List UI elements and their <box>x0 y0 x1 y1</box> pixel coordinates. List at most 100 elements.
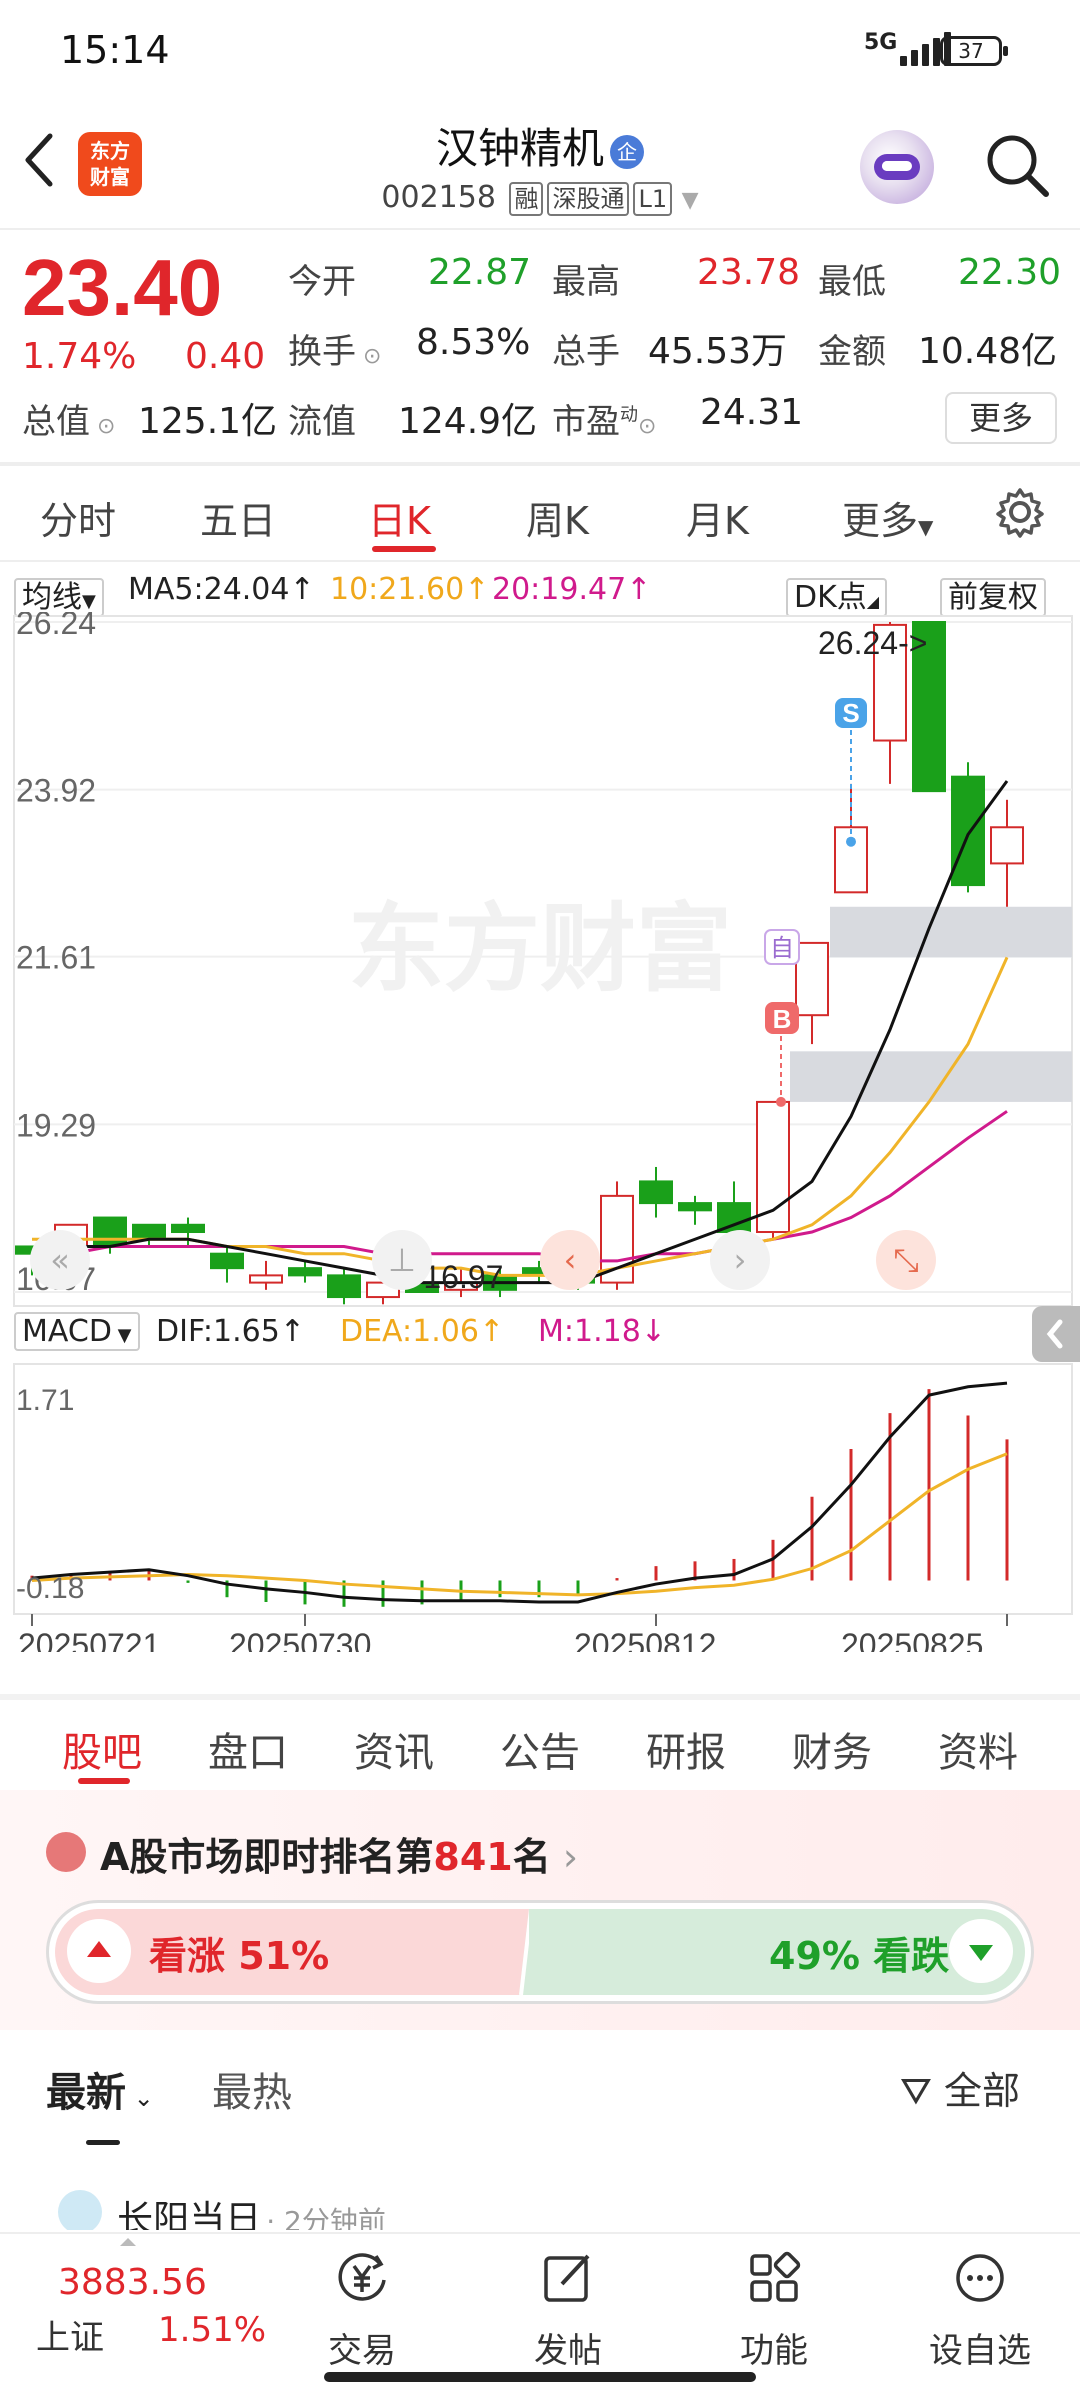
index-name: 上证 <box>36 2318 104 2358</box>
tag-connect: 深股通 <box>547 182 630 216</box>
candle-body <box>951 775 985 887</box>
battery-icon: 37 <box>940 36 1008 66</box>
tab-intraday[interactable]: 分时 <box>40 490 116 545</box>
yen-icon <box>338 2253 386 2301</box>
dif-line <box>31 1381 1008 1604</box>
sort-latest[interactable]: 最新 ⌄ <box>46 2060 154 2118</box>
home-indicator <box>324 2372 756 2382</box>
arrow-down-icon[interactable] <box>949 1919 1013 1983</box>
arrow-up-icon[interactable] <box>67 1919 131 1983</box>
up-triangle-icon <box>120 2238 136 2246</box>
nav-post[interactable]: 发帖 <box>498 2250 638 2372</box>
chevron-down-icon: ▼ <box>681 188 699 213</box>
high-marker: 26.24-> <box>818 625 927 661</box>
macd-indicator-select[interactable]: MACD ▼ <box>14 1312 140 1351</box>
index-ticker[interactable]: 3883.56 上证 1.51% <box>30 2238 266 2366</box>
x-axis-label: 20250825 <box>841 1627 983 1652</box>
ma5-text: MA5:24.04 <box>128 572 290 607</box>
status-time: 15:14 <box>60 28 170 72</box>
tab-daily-k[interactable]: 日K <box>368 490 431 545</box>
pe-dynamic-mark: 动 <box>620 404 638 426</box>
grid-icon <box>750 2251 801 2302</box>
post-author: 长阳当日 <box>117 2199 262 2230</box>
candle-body <box>288 1267 322 1277</box>
candle-body <box>210 1252 244 1270</box>
label-low: 最低 <box>818 262 886 302</box>
label-float-cap: 流值 <box>288 402 356 442</box>
pan-handle-icon[interactable]: ⊥ <box>388 1241 416 1279</box>
dif-value: DIF:1.65↑ <box>156 1314 305 1349</box>
chart-bars-icon <box>46 1832 86 1872</box>
label-pe: 市盈动⊙ <box>552 394 656 443</box>
ma20-text: 20:19.47 <box>492 572 627 607</box>
tab-five-day[interactable]: 五日 <box>200 490 276 545</box>
prev-icon[interactable]: ‹ <box>564 1241 577 1279</box>
more-quote-button[interactable]: 更多 <box>945 392 1057 444</box>
assistant-robot-icon[interactable] <box>860 130 934 204</box>
kline-chart[interactable]: 东方财富 26.2423.9221.6119.2916.97 26.24-><-… <box>0 612 1080 1312</box>
stock-code: 002158 <box>381 180 496 215</box>
candle-body <box>990 826 1024 865</box>
value-high: 23.78 <box>697 252 801 293</box>
gear-icon[interactable] <box>994 486 1046 538</box>
rank-prefix: A股市场即时排名第 <box>100 1835 434 1879</box>
sort-latest-label: 最新 <box>46 2070 126 2116</box>
label-open: 今开 <box>288 262 356 302</box>
nav-trade-label: 交易 <box>328 2331 396 2371</box>
status-bar: 15:14 5G 37 <box>0 0 1080 100</box>
tab-profile[interactable]: 资料 <box>938 1720 1018 1778</box>
market-rank[interactable]: A股市场即时排名第841名 › <box>100 1826 578 1881</box>
tab-more-periods[interactable]: 更多▼ <box>842 490 933 545</box>
info-icon[interactable]: ⊙ <box>638 414 656 439</box>
ma-indicator-select[interactable]: 均线▼ <box>14 572 104 617</box>
macd-chart[interactable]: 1.71 -0.18 20250721 20250730 20250812 2025082… <box>0 1362 1080 1652</box>
active-tab-underline <box>372 546 436 552</box>
vote-down-label: 49% 看跌 <box>769 1934 950 1978</box>
change-percent: 1.74% <box>22 336 137 377</box>
rank-suffix: 名 <box>512 1835 551 1879</box>
search-icon[interactable] <box>982 130 1052 200</box>
value-pe: 24.31 <box>700 392 804 433</box>
info-icon[interactable]: ⊙ <box>90 414 115 439</box>
watermark: 东方财富 <box>348 896 732 1003</box>
value-turnover: 8.53% <box>416 322 531 363</box>
tab-announcements[interactable]: 公告 <box>500 1720 580 1778</box>
tab-finance[interactable]: 财务 <box>792 1720 872 1778</box>
value-volume: 45.53万 <box>648 331 788 372</box>
macd-y-top: 1.71 <box>16 1384 74 1417</box>
nav-add-watchlist[interactable]: 设自选 <box>910 2250 1050 2372</box>
chevron-down-icon: ⌄ <box>126 2084 154 2112</box>
tab-weekly-k[interactable]: 周K <box>526 490 589 545</box>
next-icon[interactable]: › <box>734 1241 747 1279</box>
label-turnover: 换手 ⊙ <box>288 324 381 373</box>
nav-functions[interactable]: 功能 <box>704 2250 844 2372</box>
filter-all[interactable]: ⛛ 全部 <box>900 2060 1020 2115</box>
nav-trade[interactable]: 交易 <box>292 2250 432 2372</box>
tab-orderbook[interactable]: 盘口 <box>208 1720 288 1778</box>
tab-research[interactable]: 研报 <box>646 1720 726 1778</box>
candle-body <box>678 1202 712 1212</box>
post-item[interactable]: 长阳当日 · 2分钟前 <box>58 2190 1038 2230</box>
x-axis-label: 20250730 <box>229 1627 371 1652</box>
caret-down-icon: ▼ <box>82 591 96 612</box>
candle-body <box>327 1274 361 1299</box>
m-text: M:1.18 <box>538 1314 641 1349</box>
scroll-left-icon[interactable]: « <box>50 1241 70 1279</box>
x-axis-label: 20250721 <box>18 1627 160 1652</box>
caret-down-icon: ▼ <box>918 515 934 539</box>
dk-point-select[interactable]: DK点◢ <box>786 572 888 617</box>
info-icon[interactable]: ⊙ <box>356 344 381 369</box>
collapse-panel-button[interactable] <box>1032 1306 1080 1362</box>
sort-hot[interactable]: 最热 <box>212 2060 292 2118</box>
dea-value: DEA:1.06↑ <box>340 1314 505 1349</box>
tab-news[interactable]: 资讯 <box>354 1720 434 1778</box>
label-market-cap-text: 总值 <box>22 402 90 442</box>
corner-icon: ◢ <box>866 592 880 611</box>
tab-forum[interactable]: 股吧 <box>62 1720 142 1778</box>
tab-monthly-k[interactable]: 月K <box>686 490 749 545</box>
adjust-select[interactable]: 前复权 <box>940 572 1046 617</box>
expand-icon[interactable]: ⤡ <box>893 1241 919 1279</box>
tag-level: L1 <box>633 182 673 216</box>
value-float-cap: 124.9亿 <box>398 401 538 442</box>
y-axis-label: 26.24 <box>16 612 96 641</box>
